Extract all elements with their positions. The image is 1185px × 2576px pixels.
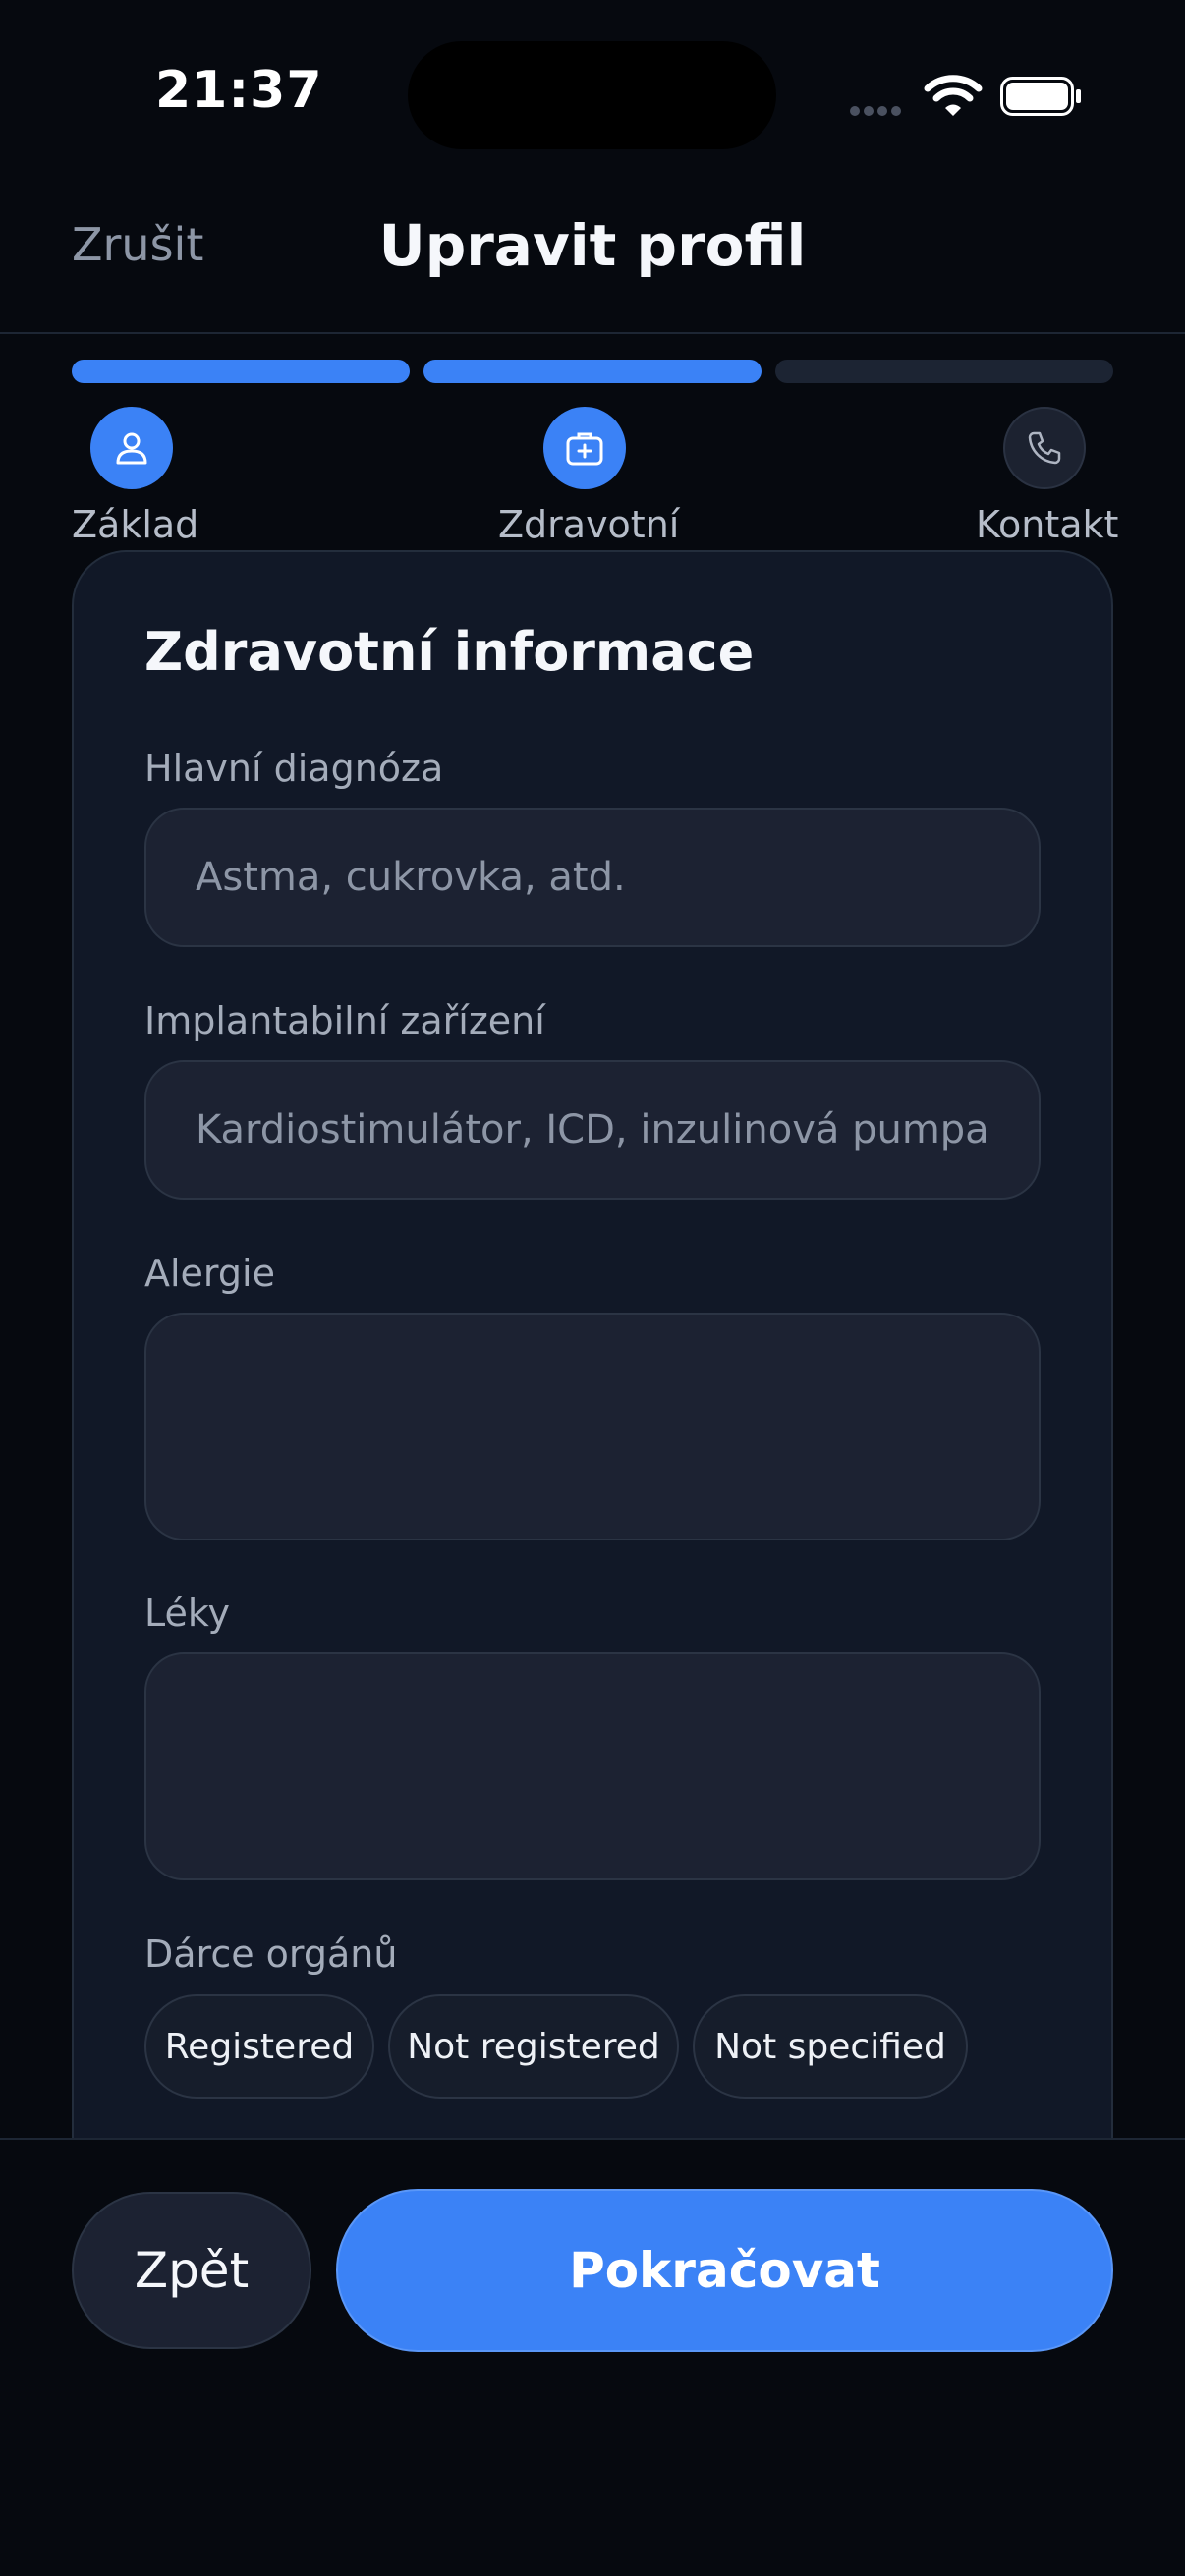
step-zdravotni[interactable] [543, 407, 626, 489]
wifi-icon [924, 73, 983, 118]
diagnosis-label: Hlavní diagnóza [144, 747, 444, 790]
organ-donor-option-registered[interactable]: Registered [144, 1994, 374, 2099]
status-time: 21:37 [155, 61, 323, 120]
user-icon [116, 432, 147, 465]
diagnosis-placeholder: Astma, cukrovka, atd. [196, 855, 626, 900]
medications-textarea[interactable] [144, 1652, 1041, 1880]
medical-kit-icon [566, 432, 603, 466]
step-zaklad[interactable] [90, 407, 173, 489]
progress-segment-2 [423, 360, 762, 383]
implant-placeholder: Kardiostimulátor, ICD, inzulinová pumpa [196, 1107, 989, 1152]
back-button[interactable]: Zpět [72, 2192, 311, 2349]
implant-label: Implantabilní zařízení [144, 999, 545, 1042]
step-label-kontakt: Kontakt [976, 503, 1119, 546]
medications-label: Léky [144, 1592, 231, 1635]
diagnosis-input[interactable]: Astma, cukrovka, atd. [144, 808, 1041, 947]
organ-donor-option-not-specified[interactable]: Not specified [693, 1994, 968, 2099]
dynamic-island [408, 41, 776, 149]
cellular-signal-icon [850, 101, 907, 116]
phone-icon [1028, 431, 1061, 465]
progress-segment-1 [72, 360, 410, 383]
step-kontakt[interactable] [1003, 407, 1086, 489]
battery-icon [1000, 77, 1083, 116]
implant-input[interactable]: Kardiostimulátor, ICD, inzulinová pumpa [144, 1060, 1041, 1200]
card-title: Zdravotní informace [144, 621, 755, 683]
step-label-zdravotni: Zdravotní [498, 503, 680, 546]
organ-donor-label: Dárce orgánů [144, 1932, 398, 1976]
page-title: Upravit profil [378, 212, 807, 279]
allergies-label: Alergie [144, 1252, 275, 1295]
organ-donor-option-not-registered[interactable]: Not registered [388, 1994, 679, 2099]
allergies-textarea[interactable] [144, 1313, 1041, 1540]
continue-button[interactable]: Pokračovat [336, 2189, 1113, 2352]
header-divider [0, 332, 1185, 334]
step-label-zaklad: Základ [72, 503, 199, 546]
progress-segment-3 [775, 360, 1113, 383]
bottom-divider [0, 2138, 1185, 2140]
